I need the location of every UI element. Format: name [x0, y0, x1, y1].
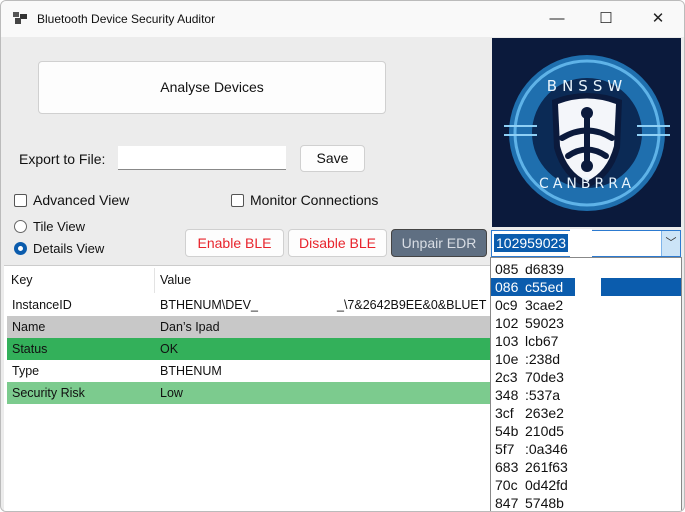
list-header: Key Value	[7, 268, 491, 293]
item-suffix: 3cae2	[525, 297, 564, 313]
item-suffix: 261f63	[525, 459, 568, 475]
logo: BNSSW CANBRRA	[492, 38, 681, 227]
item-suffix: :238d	[525, 351, 561, 367]
disable-ble-button[interactable]: Disable BLE	[288, 229, 387, 257]
item-prefix: 3cf	[495, 405, 514, 421]
export-label: Export to File:	[19, 151, 106, 167]
column-header-value[interactable]: Value	[154, 268, 191, 293]
logo-top-text: BNSSW	[547, 77, 627, 95]
dropdown-item[interactable]: 70c 0d42fd	[491, 476, 681, 494]
item-prefix: 847	[495, 495, 519, 511]
dropdown-item[interactable]: 2c3 70de3	[491, 368, 681, 386]
item-suffix: 59023	[525, 315, 564, 331]
dropdown-item[interactable]: 0c9 3cae2	[491, 296, 681, 314]
dropdown-item[interactable]: 348 :537a	[491, 386, 681, 404]
dropdown-item[interactable]: 103 lcb67	[491, 332, 681, 350]
enable-ble-button[interactable]: Enable BLE	[185, 229, 284, 257]
item-prefix: 0c9	[495, 297, 518, 313]
details-view-radio[interactable]	[14, 242, 27, 255]
item-suffix: 70de3	[525, 369, 564, 385]
advanced-view-checkbox[interactable]	[14, 194, 27, 207]
device-dropdown-list[interactable]: 085 d6839 086 c55ed 0c9 3cae2 102 59023 103 lcb67…	[490, 257, 682, 511]
row-key: Name	[12, 320, 46, 334]
chevron-down-icon[interactable]: ﹀	[661, 231, 680, 256]
table-row[interactable]: Status OK	[7, 338, 491, 360]
item-prefix: 085	[495, 261, 519, 277]
device-combo-value: 102959023	[494, 234, 569, 252]
app-icon	[13, 12, 27, 24]
row-value: BTHENUM\DEV_	[160, 298, 258, 312]
item-prefix: 70c	[495, 477, 518, 493]
item-suffix: 263e2	[525, 405, 564, 421]
device-combo[interactable]: 102959023 ﹀	[491, 229, 681, 259]
item-prefix: 102	[495, 315, 519, 331]
redaction	[575, 258, 601, 296]
item-prefix: 54b	[495, 423, 519, 439]
dropdown-item[interactable]: 3cf 263e2	[491, 404, 681, 422]
table-row[interactable]: Type BTHENUM	[7, 360, 491, 382]
dropdown-item[interactable]: 847 5748b	[491, 494, 681, 511]
save-button[interactable]: Save	[300, 145, 365, 172]
row-key: Security Risk	[12, 386, 85, 400]
table-row[interactable]: Name Dan’s Ipad	[7, 316, 491, 338]
item-prefix: 348	[495, 387, 519, 403]
row-key: Type	[12, 364, 40, 378]
details-view-label: Details View	[33, 241, 105, 256]
dropdown-item[interactable]: 54b 210d5	[491, 422, 681, 440]
item-suffix: c55ed	[525, 279, 564, 295]
device-details-list: Key Value InstanceID BTHENUM\DEV_ _\7&26…	[4, 265, 491, 511]
row-value: Low	[160, 386, 183, 400]
column-header-key[interactable]: Key	[11, 268, 33, 293]
advanced-view-label: Advanced View	[33, 192, 130, 208]
monitor-connections-checkbox[interactable]	[231, 194, 244, 207]
item-suffix: :537a	[525, 387, 561, 403]
row-value: OK	[160, 342, 179, 356]
export-file-input[interactable]	[118, 146, 286, 170]
minimize-button[interactable]: —	[534, 7, 580, 31]
row-value: BTHENUM	[160, 364, 222, 378]
tile-view-label: Tile View	[33, 219, 86, 234]
dropdown-item[interactable]: 683 261f63	[491, 458, 681, 476]
logo-bottom-text: CANBRRA	[539, 176, 635, 192]
item-suffix: :0a346	[525, 441, 568, 457]
item-prefix: 2c3	[495, 369, 518, 385]
row-value: Dan’s Ipad	[160, 320, 220, 334]
dropdown-item[interactable]: 102 59023	[491, 314, 681, 332]
maximize-button[interactable]: ☐	[583, 7, 629, 31]
tile-view-radio[interactable]	[14, 220, 27, 233]
item-suffix: 210d5	[525, 423, 564, 439]
item-suffix: 0d42fd	[525, 477, 568, 493]
title-bar: Bluetooth Device Security Auditor — ☐ ✕	[1, 1, 684, 37]
row-value-tail: _\7&2642B9EE&0&BLUET	[337, 298, 487, 312]
item-prefix: 103	[495, 333, 519, 349]
dropdown-item[interactable]: 10e :238d	[491, 350, 681, 368]
monitor-connections-label: Monitor Connections	[250, 192, 379, 208]
row-key: InstanceID	[12, 298, 72, 312]
item-prefix: 086	[495, 279, 519, 295]
item-suffix: lcb67	[525, 333, 559, 349]
item-suffix: d6839	[525, 261, 564, 277]
analyse-devices-button[interactable]: Analyse Devices	[38, 61, 386, 114]
item-prefix: 10e	[495, 351, 519, 367]
main-window: Bluetooth Device Security Auditor — ☐ ✕ …	[0, 0, 685, 512]
row-key: Status	[12, 342, 48, 356]
unpair-edr-button[interactable]: Unpair EDR	[391, 229, 487, 257]
table-row[interactable]: Security Risk Low	[7, 382, 491, 404]
item-suffix: 5748b	[525, 495, 564, 511]
table-row[interactable]: InstanceID BTHENUM\DEV_ _\7&2642B9EE&0&B…	[7, 294, 491, 316]
dropdown-item[interactable]: 5f7 :0a346	[491, 440, 681, 458]
window-title: Bluetooth Device Security Auditor	[37, 12, 216, 26]
item-prefix: 683	[495, 459, 519, 475]
item-prefix: 5f7	[495, 441, 515, 457]
redaction	[570, 229, 592, 259]
shield-logo-icon: BNSSW CANBRRA	[504, 55, 670, 211]
close-button[interactable]: ✕	[635, 7, 681, 31]
